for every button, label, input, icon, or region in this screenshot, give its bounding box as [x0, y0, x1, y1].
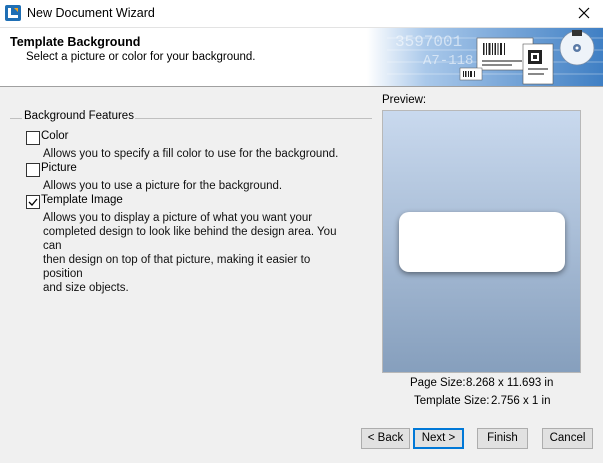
picture-option-label[interactable]: Picture: [41, 162, 77, 174]
preview-label: Preview:: [382, 94, 427, 106]
template-image-option-description: Allows you to display a picture of what …: [43, 211, 353, 295]
preview-pane: [382, 110, 581, 373]
app-logo-icon: [5, 5, 21, 21]
finish-button[interactable]: Finish: [477, 428, 528, 449]
template-image-checkbox[interactable]: [26, 195, 40, 209]
checkmark-icon: [28, 198, 38, 206]
page-subtitle: Select a picture or color for your backg…: [26, 51, 256, 63]
description-line: and size objects.: [43, 282, 129, 294]
color-option-description: Allows you to specify a fill color to us…: [43, 147, 353, 161]
color-checkbox[interactable]: [26, 131, 40, 145]
color-option-label[interactable]: Color: [41, 130, 68, 142]
template-size-label: Template Size:: [414, 395, 490, 407]
close-icon[interactable]: [575, 4, 593, 22]
group-divider-left: [10, 118, 22, 119]
next-button[interactable]: Next >: [413, 428, 464, 449]
header-banner-image: 3597001 A7-118: [367, 28, 603, 86]
template-image-option-label[interactable]: Template Image: [41, 194, 123, 206]
group-divider-right: [130, 118, 372, 119]
description-line: Allows you to display a picture of what …: [43, 212, 313, 224]
picture-checkbox[interactable]: [26, 163, 40, 177]
picture-option-description: Allows you to use a picture for the back…: [43, 179, 353, 193]
back-button[interactable]: < Back: [361, 428, 410, 449]
description-line: Allows you to use a picture for the back…: [43, 180, 283, 192]
page-size-value: 8.268 x 11.693 in: [466, 377, 554, 389]
page-size-label: Page Size:: [410, 377, 466, 389]
cancel-button[interactable]: Cancel: [542, 428, 593, 449]
description-line: Allows you to specify a fill color to us…: [43, 148, 339, 160]
label-preview-shape: [399, 212, 565, 272]
group-label: Background Features: [23, 110, 135, 122]
banner-art-text-1: 3597001: [395, 33, 462, 51]
banner-art-text-2: A7-118: [423, 53, 473, 69]
wizard-header: 3597001 A7-118 Template Background Selec…: [0, 28, 603, 87]
description-line: completed design to look like behind the…: [43, 226, 337, 252]
title-bar: New Document Wizard: [0, 0, 603, 28]
window-title: New Document Wizard: [27, 6, 155, 20]
page-title: Template Background: [10, 35, 141, 49]
template-size-value: 2.756 x 1 in: [491, 395, 551, 407]
description-line: then design on top of that picture, maki…: [43, 254, 311, 280]
